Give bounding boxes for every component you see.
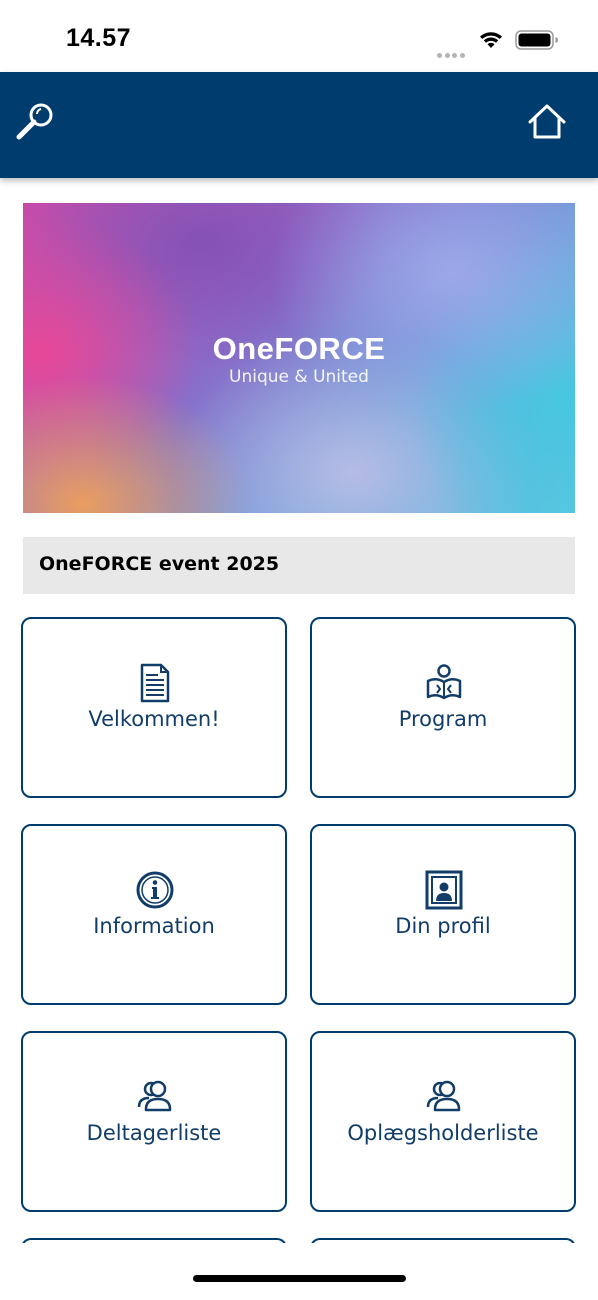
home-icon[interactable] [524,100,570,146]
status-bar: 14.57 [0,0,598,72]
tile-program[interactable]: Program [310,617,576,798]
info-icon [136,871,174,909]
status-time: 14.57 [66,24,132,52]
event-banner: OneFORCE Unique & United [23,203,575,513]
home-indicator[interactable] [193,1275,406,1282]
bottom-area [0,1243,598,1300]
tile-label: Program [398,707,488,731]
tile-label: Information [93,914,215,938]
event-title: OneFORCE event 2025 [39,553,280,575]
signal-dots-icon [437,43,469,58]
tile-velkommen[interactable]: Velkommen! [21,617,287,798]
wifi-icon [480,32,502,48]
tile-label: Velkommen! [88,707,220,731]
tile-din-profil[interactable]: Din profil [310,824,576,1005]
users-icon [426,1080,461,1112]
tile-label: Din profil [395,914,491,938]
search-icon[interactable] [12,100,58,146]
tile-label: Deltagerliste [86,1121,222,1145]
battery-icon [515,30,558,50]
users-icon [137,1080,172,1112]
profile-picture-icon [425,870,463,910]
app-header [0,72,598,178]
banner-subtitle: Unique & United [229,367,369,387]
event-title-bar: OneFORCE event 2025 [23,537,575,594]
banner-title: OneFORCE [212,331,386,366]
reading-person-icon [426,664,462,700]
tile-deltagerliste[interactable]: Deltagerliste [21,1031,287,1212]
tile-oplaegsholderliste[interactable]: Oplægsholderliste [310,1031,576,1212]
tile-label: Oplægsholderliste [347,1121,539,1145]
tile-information[interactable]: Information [21,824,287,1005]
document-icon [140,663,170,703]
